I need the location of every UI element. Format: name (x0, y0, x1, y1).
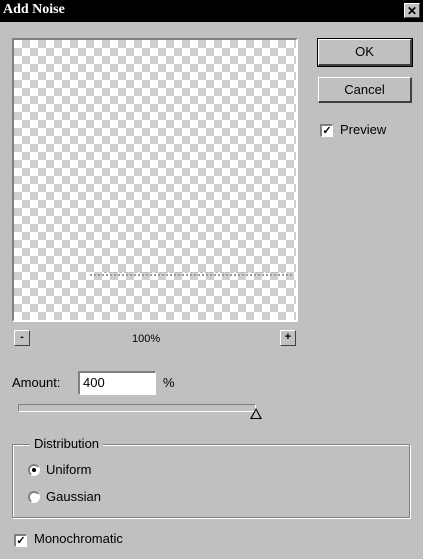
noise-preview-line (90, 274, 292, 276)
zoom-level: 100% (132, 333, 161, 345)
noise-preview-line-secondary (104, 272, 284, 273)
preview-label: Preview (340, 122, 387, 137)
dialog-title: Add Noise (3, 2, 65, 17)
amount-slider-track[interactable] (18, 404, 256, 412)
distribution-legend: Distribution (30, 436, 104, 451)
ok-button[interactable]: OK (317, 38, 413, 67)
checkmark-icon: ✓ (322, 125, 332, 137)
zoom-out-button[interactable]: - (14, 330, 30, 346)
preview-checkbox[interactable]: ✓ (320, 124, 333, 137)
gaussian-label: Gaussian (46, 489, 101, 504)
amount-unit: % (163, 375, 175, 390)
close-icon: ✕ (406, 4, 418, 18)
radio-uniform[interactable] (28, 464, 40, 476)
checkmark-icon: ✓ (16, 535, 26, 547)
cancel-button[interactable]: Cancel (318, 77, 412, 103)
radio-selected-dot (32, 468, 36, 472)
close-button[interactable]: ✕ (404, 3, 420, 18)
minus-icon: - (20, 331, 24, 343)
distribution-group (12, 444, 410, 518)
amount-input[interactable]: 400 (78, 371, 156, 395)
preview-pane[interactable] (12, 38, 298, 322)
title-bar: Add Noise ✕ (0, 0, 423, 22)
zoom-in-button[interactable]: + (280, 330, 296, 346)
plus-icon: + (284, 331, 292, 343)
monochromatic-checkbox[interactable]: ✓ (14, 534, 27, 547)
radio-gaussian[interactable] (28, 491, 40, 503)
monochromatic-label: Monochromatic (34, 531, 123, 546)
uniform-label: Uniform (46, 462, 92, 477)
amount-slider-thumb-face (252, 410, 260, 418)
amount-label: Amount: (12, 375, 61, 390)
